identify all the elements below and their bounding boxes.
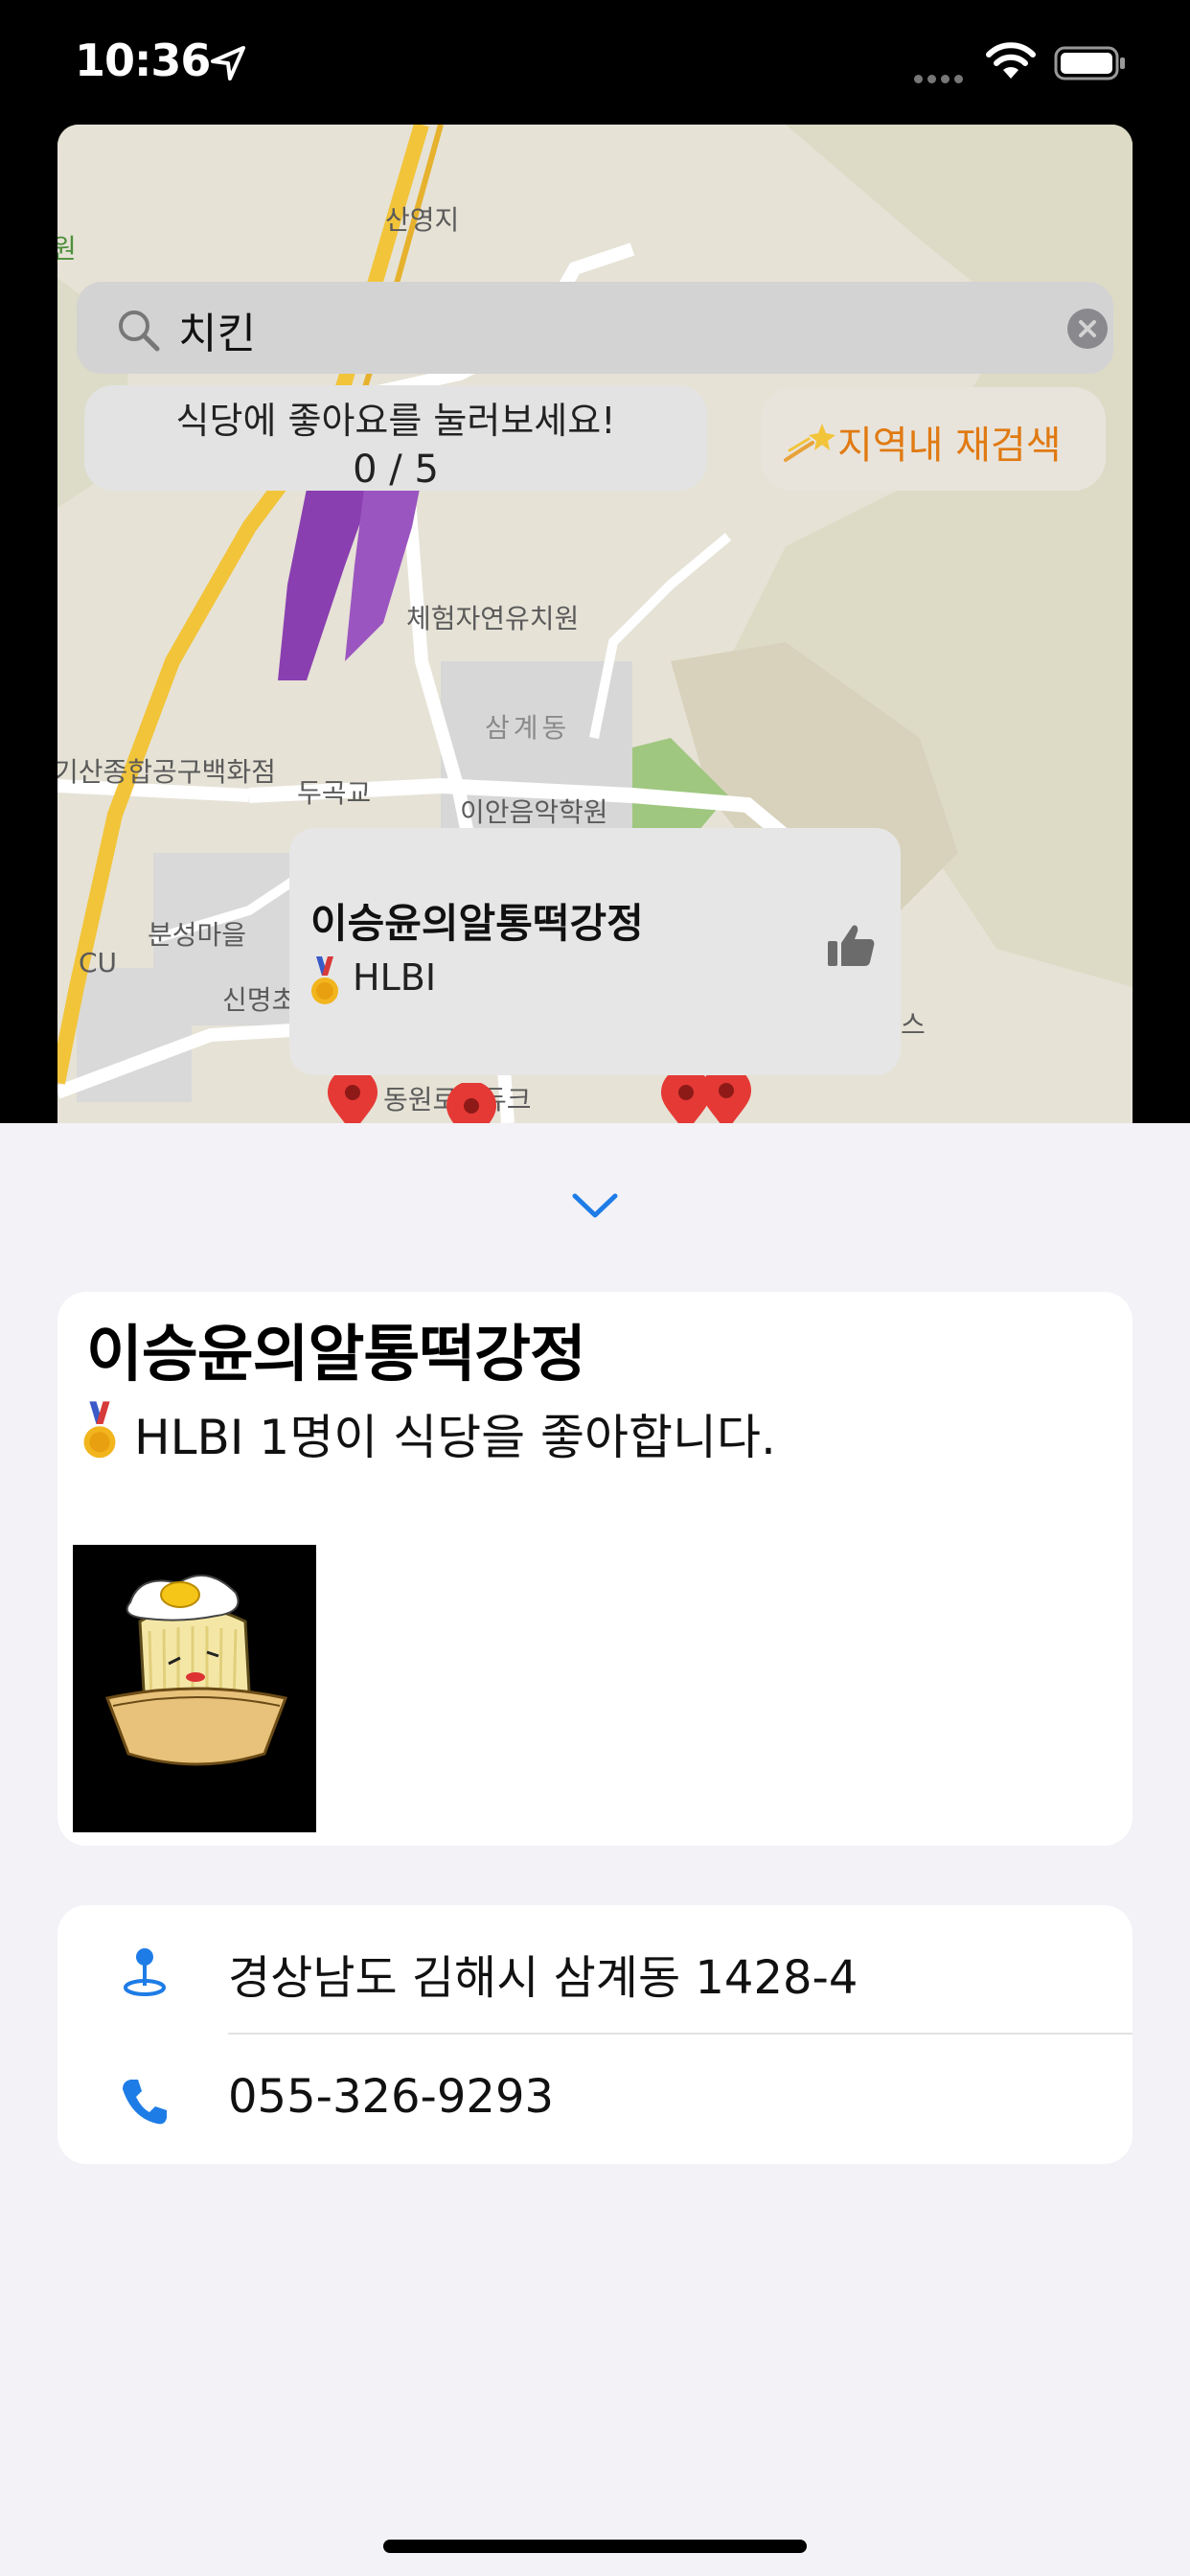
research-area-button[interactable]: 지역내 재검색: [761, 387, 1106, 491]
callout-title: 이승윤의알통떡강정: [310, 900, 644, 947]
phone-icon: [123, 2080, 167, 2125]
location-pin-icon: [124, 1948, 166, 1996]
like-count: 0 / 5: [353, 448, 439, 492]
map-label: CU: [79, 947, 118, 978]
magnifying-glass-icon: [119, 310, 160, 352]
map-label: 원: [57, 233, 77, 264]
map-label: 산영지: [385, 204, 460, 236]
restaurant-likes-text: HLBI 1명이 식당을 좋아합니다.: [134, 1410, 776, 1465]
battery-icon: [1054, 46, 1125, 80]
home-indicator[interactable]: [383, 2540, 807, 2553]
map-label: 분성마을: [148, 919, 247, 951]
map-label: 체험자연유치원: [406, 603, 580, 634]
thumbs-up-icon[interactable]: [826, 920, 876, 970]
map-label: 기산종합공구백화점: [57, 756, 276, 788]
search-bar[interactable]: 치킨: [77, 282, 1113, 374]
address-row[interactable]: 경상남도 김해시 삼계동 1428-4: [57, 1905, 1133, 2035]
restaurant-info-card: 경상남도 김해시 삼계동 1428-4 055-326-9293: [57, 1905, 1133, 2164]
clear-icon[interactable]: [1067, 309, 1108, 349]
map-pin-icon[interactable]: [696, 1068, 757, 1123]
restaurant-name: 이승윤의알통떡강정: [86, 1320, 586, 1391]
restaurant-photo[interactable]: [73, 1545, 316, 1832]
gold-medal-icon: [83, 1401, 116, 1459]
wifi-icon: [986, 42, 1036, 79]
status-bar: 10:36: [0, 0, 1190, 126]
map-label: 삼계동: [485, 712, 571, 744]
restaurant-callout[interactable]: 이승윤의알통떡강정 HLBI: [289, 828, 901, 1075]
like-prompt-text: 식당에 좋아요를 눌러보세요!: [175, 400, 616, 442]
gold-medal-icon: [311, 956, 338, 1004]
map-label: 두곡교: [297, 777, 372, 809]
map-label: 이안음악학원: [460, 796, 608, 828]
phone-text: 055-326-9293: [228, 2070, 555, 2124]
map-view[interactable]: 산영지 원 체험자연유치원 삼계동 기산종합공구백화점 두곡교 이안음악학원 분…: [57, 125, 1133, 1123]
location-arrow-icon: [211, 46, 245, 80]
divider: [228, 2033, 1133, 2035]
callout-user: HLBI: [353, 956, 437, 999]
map-label: 스: [901, 1009, 926, 1041]
shooting-star-icon: [784, 424, 835, 462]
phone-row[interactable]: 055-326-9293: [57, 2036, 1133, 2164]
map-label: 신명초: [222, 984, 297, 1016]
map-pin-icon[interactable]: [322, 1070, 383, 1123]
restaurant-card: 이승윤의알통떡강정 HLBI 1명이 식당을 좋아합니다.: [57, 1292, 1133, 1846]
map-pin-icon[interactable]: [441, 1083, 502, 1123]
cellular-icon: [914, 69, 968, 87]
chevron-down-icon[interactable]: [569, 1186, 621, 1225]
address-text: 경상남도 김해시 삼계동 1428-4: [228, 1951, 858, 2005]
status-time: 10:36: [75, 34, 211, 86]
research-area-label: 지역내 재검색: [837, 424, 1062, 468]
like-progress-badge: 식당에 좋아요를 눌러보세요! 0 / 5: [84, 385, 707, 492]
search-input[interactable]: 치킨: [178, 299, 256, 360]
